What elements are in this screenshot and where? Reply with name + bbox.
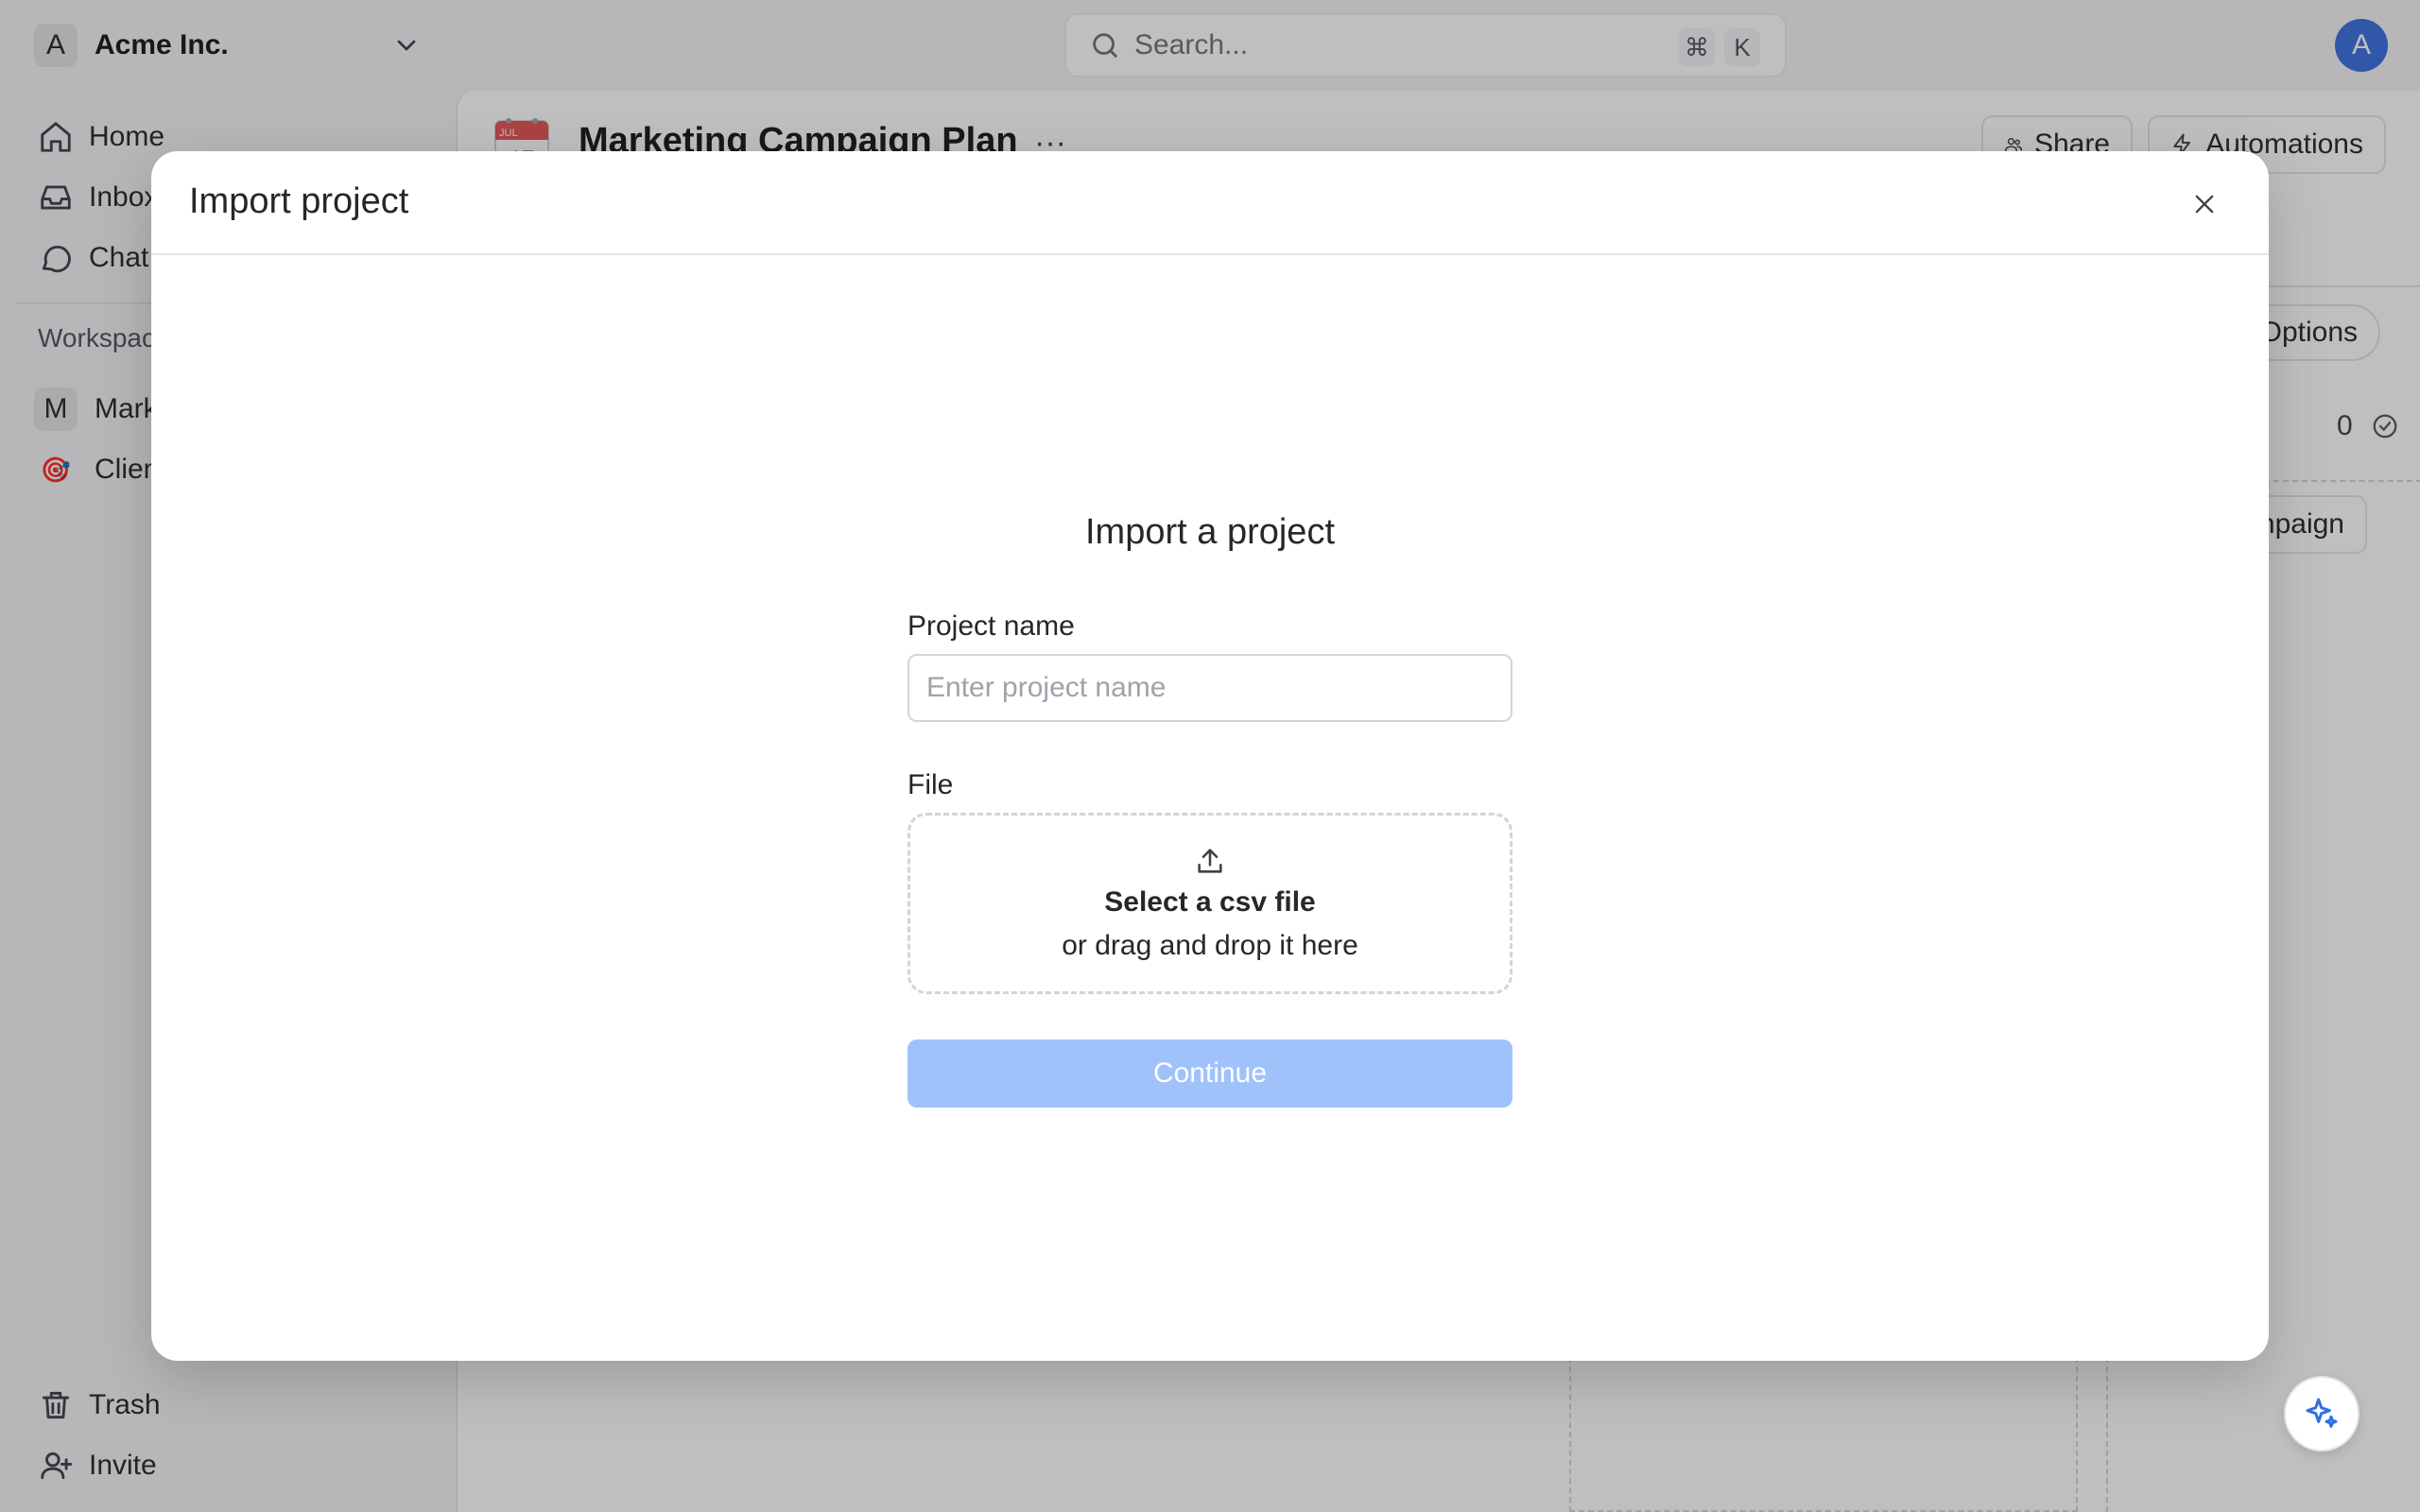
close-icon xyxy=(2195,195,2214,214)
sparkles-icon xyxy=(2306,1398,2338,1428)
dialog-title: Import project xyxy=(189,181,409,221)
ai-assistant-button[interactable] xyxy=(2284,1376,2360,1452)
project-name-label: Project name xyxy=(908,610,1075,642)
upload-icon xyxy=(1198,849,1222,873)
dialog-header: Import project xyxy=(151,151,2269,255)
import-project-dialog: Import project Import a project Project … xyxy=(151,151,2269,1361)
project-name-input[interactable] xyxy=(908,654,1512,722)
file-dropzone[interactable]: Select a csv file or drag and drop it he… xyxy=(908,813,1512,994)
continue-button[interactable]: Continue xyxy=(908,1040,1512,1108)
close-button[interactable] xyxy=(2184,183,2225,225)
select-file-link[interactable]: Select a csv file xyxy=(1104,886,1315,919)
dropzone-hint: or drag and drop it here xyxy=(1062,930,1358,961)
file-label: File xyxy=(908,769,954,800)
import-heading: Import a project xyxy=(1085,512,1335,552)
